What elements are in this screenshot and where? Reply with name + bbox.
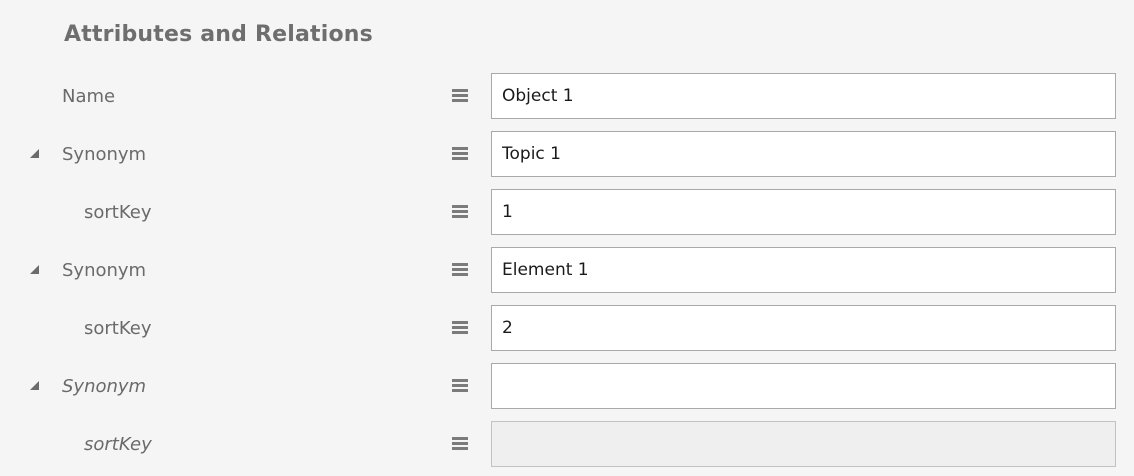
hamburger-menu-icon[interactable] [452, 147, 468, 161]
attribute-label: sortKey [84, 202, 152, 223]
attribute-row-synonym-new: Synonym [0, 363, 1134, 413]
triangle-expanded-icon[interactable] [30, 149, 39, 158]
attribute-label: Synonym [62, 376, 147, 397]
hamburger-menu-icon[interactable] [452, 205, 468, 219]
triangle-expanded-icon[interactable] [30, 381, 39, 390]
hamburger-menu-icon[interactable] [452, 437, 468, 451]
attribute-value-input[interactable] [491, 189, 1116, 235]
attribute-value-input[interactable] [491, 247, 1116, 293]
attribute-label: Synonym [62, 260, 147, 281]
attribute-value-input[interactable] [491, 131, 1116, 177]
attribute-value-input [491, 421, 1116, 467]
attribute-row-sortkey: sortKey [0, 305, 1134, 355]
attribute-label: Name [62, 86, 116, 107]
attribute-row-sortkey-new: sortKey [0, 421, 1134, 471]
attribute-value-input[interactable] [491, 73, 1116, 119]
attribute-label: sortKey [84, 318, 152, 339]
hamburger-menu-icon[interactable] [452, 379, 468, 393]
attribute-value-input[interactable] [491, 305, 1116, 351]
attribute-row-synonym: Synonym [0, 247, 1134, 297]
hamburger-menu-icon[interactable] [452, 321, 468, 335]
section-title: Attributes and Relations [64, 22, 373, 47]
attribute-label: Synonym [62, 144, 147, 165]
hamburger-menu-icon[interactable] [452, 89, 468, 103]
attribute-value-input[interactable] [491, 363, 1116, 409]
attribute-row-synonym: Synonym [0, 131, 1134, 181]
attributes-panel: Attributes and Relations Name Synonym so… [0, 0, 1134, 476]
hamburger-menu-icon[interactable] [452, 263, 468, 277]
attribute-row-sortkey: sortKey [0, 189, 1134, 239]
attribute-label: sortKey [84, 434, 152, 455]
triangle-expanded-icon[interactable] [30, 265, 39, 274]
attribute-row-name: Name [0, 73, 1134, 123]
